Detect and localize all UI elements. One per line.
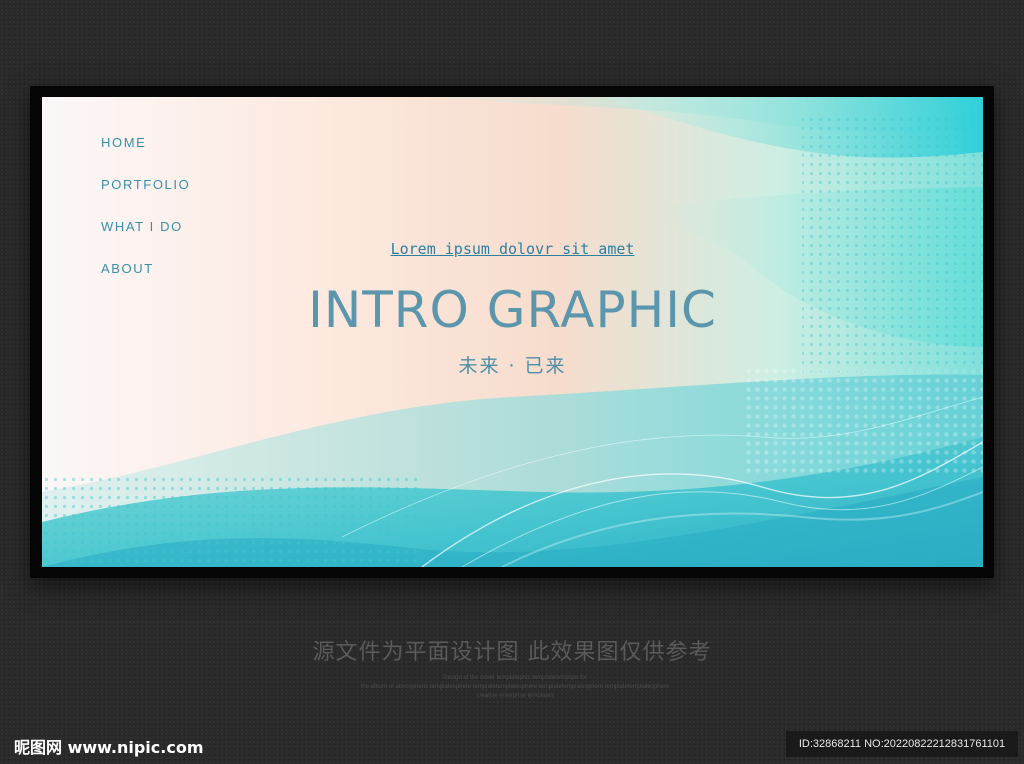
image-id-badge: ID:32868211 NO:20220822212831761101: [786, 731, 1018, 757]
main-nav: HOME PORTFOLIO WHAT I DO ABOUT: [101, 135, 190, 303]
fine-print-line: Design of the cover templatephic templat…: [443, 675, 587, 681]
hero-tagline-link[interactable]: Lorem ipsum dolovr sit amet: [42, 240, 983, 258]
fine-print-line: the album of atmospheric templatesphere …: [360, 684, 670, 690]
fine-print-line: creative enterprise templates: [476, 693, 554, 699]
preview-caption: 源文件为平面设计图 此效果图仅供参考: [312, 640, 712, 665]
banner: HOME PORTFOLIO WHAT I DO ABOUT Lorem ips…: [42, 97, 983, 567]
hero-title: INTRO GRAPHIC: [308, 281, 717, 339]
nav-item-portfolio[interactable]: PORTFOLIO: [101, 177, 190, 219]
hero-subtitle: 未来 · 已来: [458, 355, 567, 377]
banner-frame: HOME PORTFOLIO WHAT I DO ABOUT Lorem ips…: [30, 86, 994, 578]
nav-item-home[interactable]: HOME: [101, 135, 190, 177]
page: { "nav": { "items": [ {"label": "HOME"},…: [0, 0, 1024, 764]
site-watermark: 昵图网 www.nipic.com: [14, 738, 204, 757]
